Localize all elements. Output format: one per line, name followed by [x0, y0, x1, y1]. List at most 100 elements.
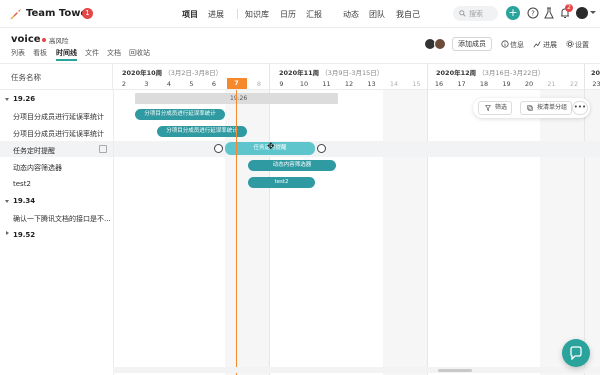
day-number: 10 [299, 80, 309, 88]
weekend-shade [383, 90, 427, 375]
week-label: 2020年10周 （3月2日-3月8日） [122, 69, 223, 77]
settings-button[interactable]: 设置 [575, 40, 589, 50]
user-avatar[interactable] [576, 7, 588, 19]
task-bar[interactable]: 分项目分成员进行延误率统计 [157, 126, 247, 137]
search-icon [459, 10, 466, 17]
task-bar[interactable]: test2 [248, 177, 315, 188]
day-number: 18 [479, 80, 489, 88]
task-row-label[interactable]: 任务定时提醒 [13, 146, 55, 156]
day-number: 21 [547, 80, 556, 88]
filter-icon [485, 105, 491, 111]
group-row-label[interactable]: 19.52 [13, 231, 35, 239]
svg-text:?: ? [531, 10, 535, 18]
week-label: 2020年13周 [591, 69, 600, 77]
project-title[interactable]: voice [11, 34, 41, 45]
add-member-button[interactable]: 添加成员 [452, 37, 492, 51]
nav-projects[interactable]: 项目 [182, 9, 198, 20]
day-number: 19 [502, 80, 511, 88]
collapse-caret-icon[interactable] [5, 200, 9, 203]
nav-report[interactable]: 汇报 [306, 9, 322, 20]
task-row-label[interactable]: 确认一下腾讯文档的接口是不... [13, 214, 111, 224]
search-placeholder: 搜索 [469, 10, 483, 18]
week-label: 2020年12周 （3月16日-3月22日） [436, 69, 545, 77]
task-row-label[interactable]: 动态内容筛选器 [13, 163, 62, 173]
task-row-label[interactable]: 分项目分成员进行延误率统计 [13, 129, 104, 139]
tab-list[interactable]: 列表 [11, 48, 25, 58]
more-options-button[interactable]: ••• [572, 101, 588, 115]
tab-docs[interactable]: 文档 [107, 48, 121, 58]
horizontal-scrollbar[interactable] [113, 367, 600, 373]
search-input[interactable]: 搜索 [453, 6, 498, 21]
day-number: 4 [166, 80, 172, 88]
app-root: Team Tower 1 项目 进展 知识库 日历 汇报 动态 团队 我自己 搜… [0, 0, 600, 375]
nav-divider [237, 9, 238, 19]
rocket-icon [10, 9, 21, 20]
group-row-label[interactable]: 19.34 [13, 197, 35, 205]
day-number: 17 [457, 80, 466, 88]
gear-icon [566, 40, 574, 48]
day-number: 14 [389, 80, 399, 88]
day-number: 8 [256, 80, 262, 88]
active-tab-underline [56, 59, 77, 61]
task-row-label[interactable]: test2 [13, 180, 31, 188]
nav-progress[interactable]: 进展 [208, 9, 224, 20]
tab-files[interactable]: 文件 [85, 48, 99, 58]
day-number: 11 [322, 80, 331, 88]
group-by-button[interactable]: 按清单分组 [520, 101, 573, 115]
task-column-title: 任务名称 [11, 73, 41, 82]
bell-badge: 2 [565, 4, 573, 12]
filter-button[interactable]: 筛选 [478, 101, 513, 115]
tab-timeline[interactable]: 时间线 [56, 48, 77, 58]
tab-board[interactable]: 看板 [33, 48, 47, 58]
scrollbar-thumb[interactable] [438, 369, 472, 372]
drag-handle-end[interactable] [317, 144, 326, 153]
nav-team[interactable]: 团队 [369, 9, 385, 20]
group-row-label[interactable]: 19.26 [13, 95, 35, 103]
day-number: 5 [189, 80, 194, 88]
day-number: 15 [412, 80, 421, 88]
week-separator [269, 63, 270, 375]
week-label: 2020年11周 （3月9日-3月15日） [279, 69, 384, 77]
group-icon [527, 105, 533, 111]
week-separator [427, 63, 428, 375]
day-number: 23 [592, 80, 600, 88]
expand-caret-icon[interactable] [6, 231, 9, 235]
notification-badge[interactable]: 1 [82, 8, 93, 19]
day-number: 9 [279, 80, 284, 88]
nav-activity[interactable]: 动态 [343, 9, 359, 20]
tab-trash[interactable]: 回收站 [129, 48, 150, 58]
drag-handle-start[interactable] [214, 144, 223, 153]
help-icon[interactable]: ? [527, 7, 539, 19]
progress-button[interactable]: 进展 [543, 40, 557, 50]
column-divider [113, 90, 114, 375]
day-number: 20 [524, 80, 534, 88]
day-number: 6 [211, 80, 217, 88]
nav-calendar[interactable]: 日历 [280, 9, 296, 20]
create-button[interactable]: + [506, 6, 520, 20]
task-bar[interactable]: 分项目分成员进行延误率统计 [135, 109, 225, 120]
filter-label: 筛选 [495, 104, 508, 111]
risk-status-label[interactable]: 高风险 [49, 35, 69, 45]
group-by-label: 按清单分组 [537, 104, 568, 111]
day-number: 3 [144, 80, 149, 88]
chat-bubble-icon [570, 346, 582, 360]
move-cursor-icon: ✥ [267, 142, 275, 152]
group-bar-label: 19.26 [230, 95, 248, 102]
info-button[interactable]: 信息 [510, 40, 524, 50]
today-day-number: 7 [226, 78, 247, 89]
day-number: 22 [569, 80, 579, 88]
task-row-label[interactable]: 分项目分成员进行延误率统计 [13, 112, 104, 122]
chat-button[interactable] [562, 339, 590, 367]
member-avatar[interactable] [434, 38, 446, 50]
day-number: 2 [121, 80, 127, 88]
task-bar[interactable]: 动态内容筛选器 [248, 160, 336, 171]
trend-icon [533, 41, 541, 48]
weekend-shade [540, 90, 600, 375]
lab-flask-icon[interactable] [543, 7, 555, 19]
collapse-caret-icon[interactable] [5, 98, 9, 101]
row-add-icon[interactable] [99, 145, 107, 153]
info-icon [501, 40, 509, 48]
nav-knowledge-base[interactable]: 知识库 [245, 9, 269, 20]
chevron-down-icon[interactable] [590, 11, 596, 14]
nav-myself[interactable]: 我自己 [396, 9, 420, 20]
